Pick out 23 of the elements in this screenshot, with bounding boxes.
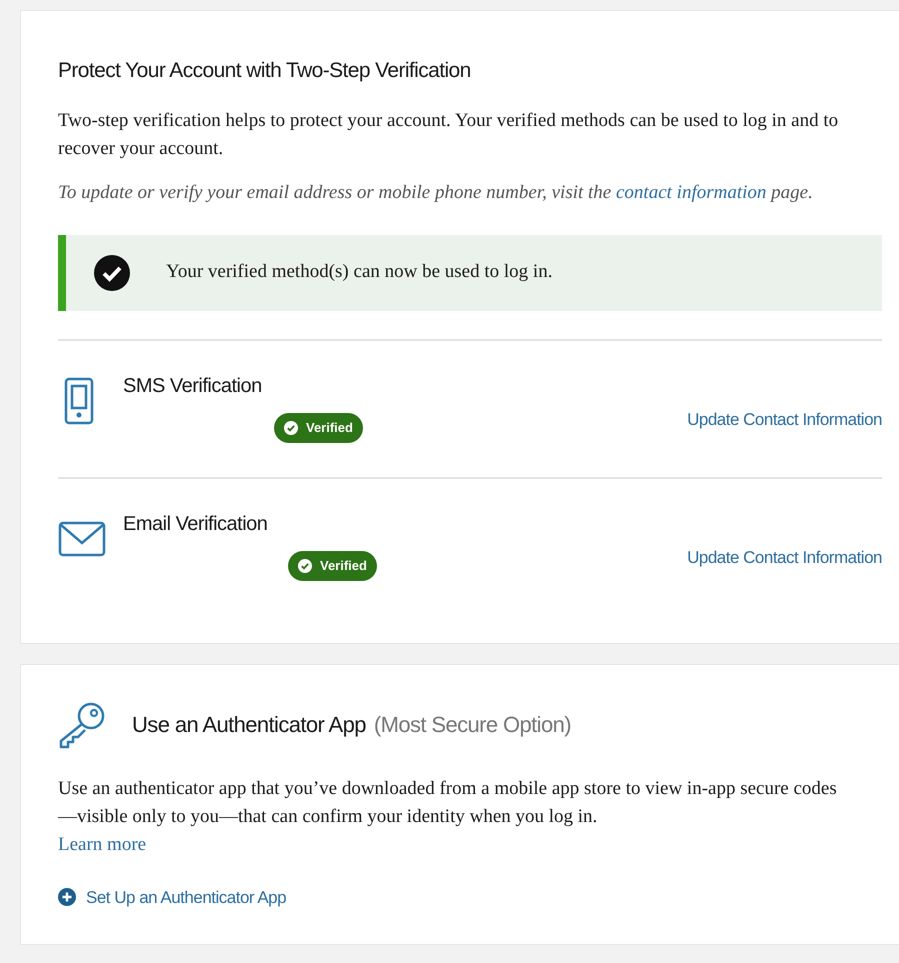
card-title: Protect Your Account with Two-Step Verification [58,58,472,84]
intro-text: Two-step verification helps to protect your account. Your verified methods can be used to log in and to recover your account. [58,108,840,160]
check-circle-icon [94,254,130,290]
card-title: Use an Authenticator App [132,711,366,739]
phone-icon [64,376,94,424]
key-icon [58,700,106,748]
contact-note: To update or verify your email address or mobile phone number, visit the contact information page. [58,180,814,204]
learn-more-link[interactable]: Learn more [58,830,146,858]
verified-badge: Verified [274,412,363,442]
description-text: Use an authenticator app that you’ve downloaded from a mobile app store to view in-app secure codes—visible only to you—that can confirm your identity when you log in. [58,776,838,828]
envelope-icon [58,520,106,556]
update-contact-link[interactable]: Update Contact Information [687,406,882,432]
card-subtitle: (Most Secure Option) [374,711,571,739]
setup-authenticator-link[interactable]: Set Up an Authenticator App [58,884,286,910]
check-circle-icon [298,558,312,572]
update-contact-link[interactable]: Update Contact Information [687,544,882,570]
alert-text: Your verified method(s) can now be used to log in. [166,260,552,284]
plus-circle-icon [58,888,76,906]
method-title: SMS Verification [123,374,263,398]
contact-information-link[interactable]: contact information [616,182,766,202]
check-circle-icon [284,420,298,434]
method-title: Email Verification [123,512,268,536]
verified-badge: Verified [288,550,377,580]
